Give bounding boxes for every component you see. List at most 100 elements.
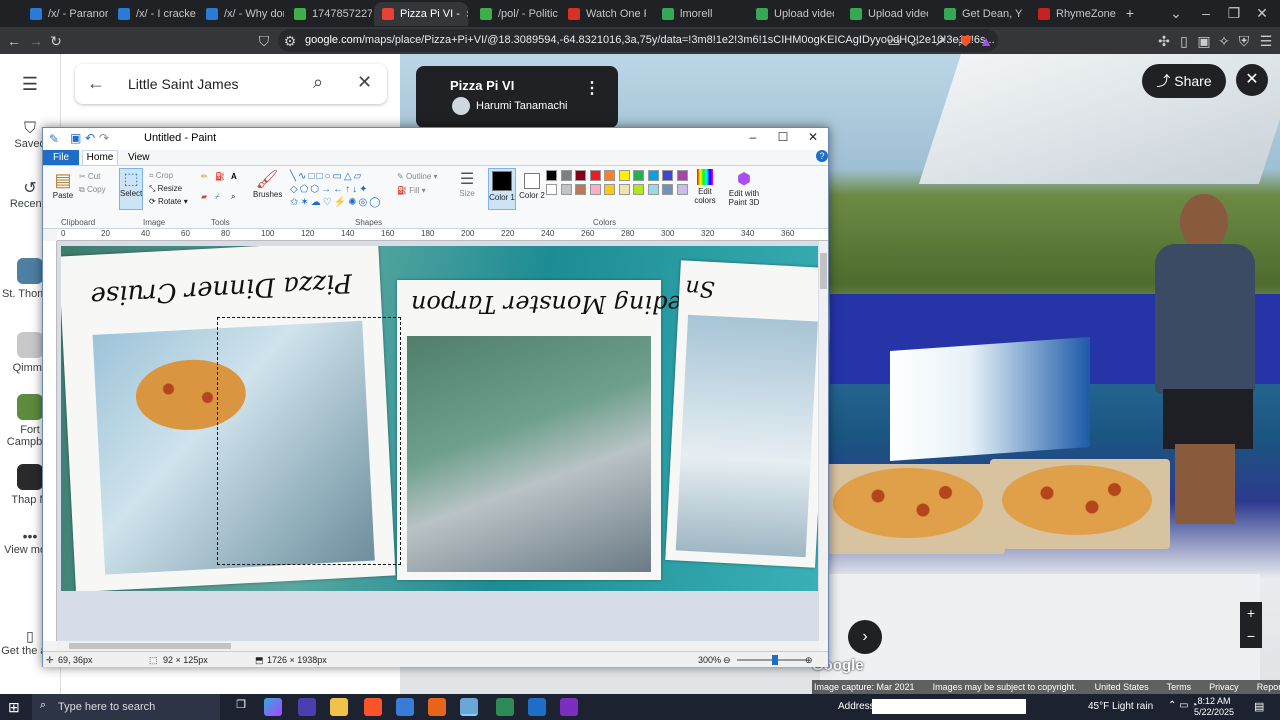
scroll-thumb[interactable]: [69, 643, 231, 649]
zoom-in-icon[interactable]: +: [1240, 602, 1262, 625]
wallet-icon[interactable]: ▣: [1194, 31, 1214, 51]
color-swatch[interactable]: [647, 184, 659, 195]
color-swatch[interactable]: [589, 184, 601, 195]
fill-button[interactable]: ⛽ Fill ▾: [397, 186, 426, 195]
search-box[interactable]: ← Little Saint James ⌕ ✕: [75, 64, 387, 104]
close-window-button[interactable]: ✕: [1252, 3, 1272, 23]
share-button[interactable]: ⤴ Share: [1142, 64, 1226, 98]
notifications-icon[interactable]: ▤: [1254, 700, 1264, 713]
canvas-area[interactable]: Pizza Dinner Cruise Feeding Monster Tarp…: [57, 241, 819, 641]
color2-button[interactable]: Color 2: [519, 169, 545, 200]
browser-tab[interactable]: Upload videos a: [748, 2, 834, 26]
weather-widget[interactable]: 45°F Light rain: [1088, 701, 1153, 712]
back-arrow-icon[interactable]: ←: [4, 31, 24, 51]
zoom-slider-thumb[interactable]: [772, 655, 778, 665]
more-options-icon[interactable]: ⋮: [584, 78, 600, 98]
privacy-link[interactable]: Privacy: [1209, 682, 1239, 692]
start-button[interactable]: ⊞: [8, 699, 20, 716]
tab-home[interactable]: Home: [82, 150, 118, 165]
color-swatch[interactable]: [633, 184, 644, 195]
color-swatch[interactable]: [560, 170, 572, 181]
browser-tab[interactable]: /x/ - I cracked th: [110, 2, 196, 26]
close-button[interactable]: ✕: [798, 130, 828, 144]
zoom-out-icon[interactable]: −: [1240, 625, 1262, 648]
clear-search-icon[interactable]: ✕: [357, 72, 372, 93]
app-icon[interactable]: [298, 698, 316, 716]
undo-icon[interactable]: ↶: [85, 131, 95, 145]
zoom-in-icon[interactable]: ⊕: [805, 655, 813, 666]
help-icon[interactable]: ?: [816, 150, 828, 162]
app-icon[interactable]: [560, 698, 578, 716]
text-icon[interactable]: A: [231, 172, 237, 181]
color-picker-icon[interactable]: ⌿: [215, 192, 220, 202]
site-info-icon[interactable]: ⚙: [280, 31, 300, 51]
paste-button[interactable]: ▤ Paste: [51, 170, 75, 200]
browser-tab[interactable]: /x/ - Why don't: [198, 2, 284, 26]
vpn-icon[interactable]: ⛨: [1234, 31, 1254, 51]
select-button[interactable]: ⬚ Select: [119, 168, 143, 210]
color-swatch[interactable]: [676, 170, 688, 181]
report-problem-link[interactable]: Report a problem: [1257, 682, 1280, 692]
browser-tab[interactable]: Get Dean, You lo: [936, 2, 1022, 26]
file-menu[interactable]: File: [43, 150, 79, 165]
taskbar-search[interactable]: ⌕ Type here to search: [32, 694, 220, 720]
color-swatch[interactable]: [546, 184, 557, 195]
app-icon[interactable]: [396, 698, 414, 716]
color-swatch[interactable]: [647, 170, 659, 181]
bookmark-icon[interactable]: ⛉: [254, 31, 274, 51]
restore-window-button[interactable]: ❐: [1224, 3, 1244, 23]
color-swatch[interactable]: [575, 184, 586, 195]
install-icon[interactable]: ▭: [884, 31, 904, 51]
scroll-thumb[interactable]: [820, 253, 827, 289]
size-button[interactable]: ☰ Size: [453, 169, 481, 198]
brave-browser-icon[interactable]: [364, 698, 382, 716]
hamburger-menu-icon[interactable]: ☰: [0, 74, 60, 95]
color-swatch[interactable]: [662, 184, 673, 195]
share-page-icon[interactable]: ↗: [930, 31, 950, 51]
tab-close-icon[interactable]: ×: [466, 7, 468, 21]
color-swatch[interactable]: [618, 184, 630, 195]
brushes-button[interactable]: 🖌 Brushes: [253, 169, 282, 199]
country-link[interactable]: United States: [1095, 682, 1149, 692]
zoom-icon[interactable]: ⌕: [906, 31, 926, 51]
photo-author[interactable]: Harumi Tanamachi: [476, 100, 568, 112]
minimize-button[interactable]: –: [738, 130, 768, 144]
brave-shield-icon[interactable]: ⛊: [956, 31, 976, 51]
paint-title-bar[interactable]: ✎ ▣ ↶ ↷ Untitled - Paint – ☐ ✕: [43, 128, 828, 150]
place-card[interactable]: Pizza Pi VI Harumi Tanamachi ⋮: [416, 66, 618, 128]
color-swatch[interactable]: [633, 170, 644, 181]
browser-tab[interactable]: Watch One Piece: [560, 2, 646, 26]
leo-icon[interactable]: ✧: [1214, 31, 1234, 51]
browser-tab[interactable]: RhymeZone: gre: [1030, 2, 1116, 26]
outline-button[interactable]: ✎ Outline ▾: [397, 172, 438, 181]
next-photo-button[interactable]: ›: [848, 620, 882, 654]
app-icon[interactable]: [428, 698, 446, 716]
back-arrow-icon[interactable]: ←: [87, 73, 105, 94]
color-swatch[interactable]: [589, 170, 601, 181]
color-swatch[interactable]: [575, 170, 586, 181]
color-swatch[interactable]: [604, 184, 615, 195]
maximize-button[interactable]: ☐: [768, 130, 798, 144]
app-icon[interactable]: [496, 698, 514, 716]
color-swatch[interactable]: [662, 170, 673, 181]
color-swatch[interactable]: [676, 184, 688, 195]
taskbar-clock[interactable]: 8:12 AM 5/22/2025: [1194, 696, 1234, 718]
new-tab-button[interactable]: +: [1120, 3, 1140, 23]
shapes-gallery[interactable]: ╲∿□□○▭△▱ ◇⬠⬡→←↑↓✦ ✩✶☁♡⚡✺◎◯: [290, 170, 390, 210]
search-icon[interactable]: ⌕: [313, 72, 323, 93]
browser-tab[interactable]: Pizza Pi VI - ×: [374, 2, 468, 26]
menu-icon[interactable]: ☰: [1256, 31, 1276, 51]
close-icon[interactable]: ✕: [1236, 64, 1268, 96]
browser-tab[interactable]: /x/ - Paranormal: [22, 2, 108, 26]
color-swatch[interactable]: [618, 170, 630, 181]
forward-arrow-icon[interactable]: →: [26, 31, 46, 51]
browser-tab[interactable]: lmorell: [654, 2, 740, 26]
reload-icon[interactable]: ↻: [46, 31, 66, 51]
color-swatch[interactable]: [604, 170, 615, 181]
tab-search-icon[interactable]: ⌄: [1166, 3, 1186, 23]
eraser-icon[interactable]: ▰: [201, 192, 207, 201]
task-view-icon[interactable]: ❐: [232, 698, 250, 716]
cut-button[interactable]: ✂ Cut: [79, 172, 100, 181]
rotate-button[interactable]: ⟳ Rotate ▾: [149, 197, 188, 206]
zoom-control[interactable]: + −: [1240, 602, 1262, 648]
